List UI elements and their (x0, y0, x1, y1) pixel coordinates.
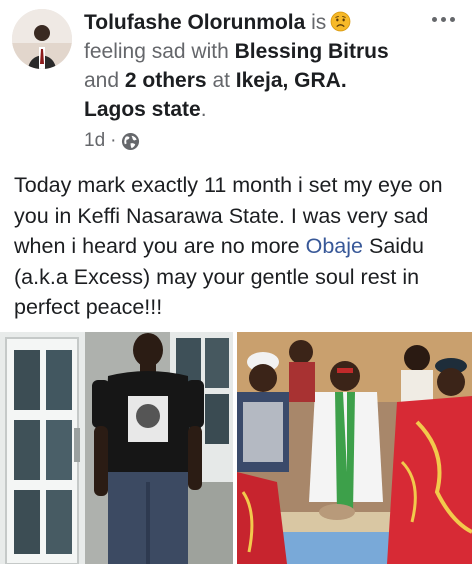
is-word: is (311, 11, 327, 34)
mention-link[interactable]: Obaje (306, 234, 363, 258)
feeling-label: feeling sad (84, 40, 186, 63)
tagged-person[interactable]: Blessing Bitrus (235, 40, 389, 63)
dot-icon (440, 16, 446, 22)
tagged-others[interactable]: 2 others (125, 69, 207, 92)
globe-icon[interactable] (121, 132, 140, 151)
photo-grid (0, 332, 472, 564)
headline-period: . (200, 98, 207, 121)
and-word: and (84, 69, 120, 92)
post-meta: 1d · (84, 128, 140, 154)
avatar[interactable] (12, 9, 72, 69)
post-message: Today mark exactly 11 month i set my eye… (14, 170, 462, 323)
post-header: Tolufashe Olorunmola is feeling sad with… (0, 0, 472, 160)
more-options-icon[interactable] (428, 12, 458, 26)
sad-face-icon (330, 11, 351, 32)
author-name[interactable]: Tolufashe Olorunmola (84, 11, 305, 34)
dot-icon (449, 16, 455, 22)
photo-group-ceremony[interactable] (237, 332, 472, 564)
with-word: with (191, 40, 229, 63)
dot-icon (431, 16, 437, 22)
at-word: at (212, 69, 230, 92)
post-time[interactable]: 1d (84, 130, 105, 152)
meta-separator: · (110, 130, 117, 151)
photo-man-black-tshirt[interactable] (0, 332, 233, 564)
post-headline: Tolufashe Olorunmola is feeling sad with… (84, 8, 414, 124)
